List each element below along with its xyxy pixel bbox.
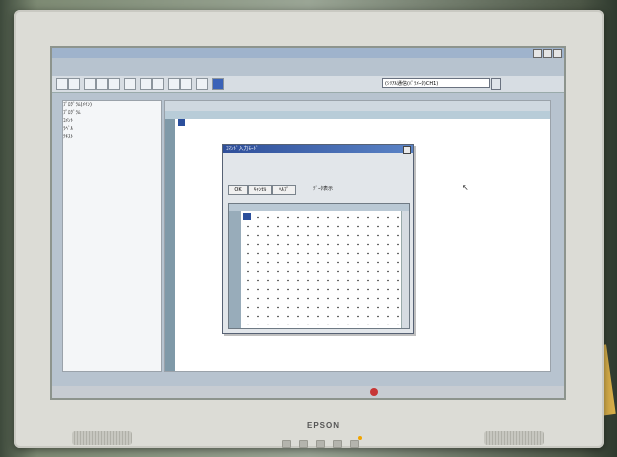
row-number-column	[165, 119, 175, 371]
monitor-button[interactable]	[333, 440, 342, 448]
toolbar-button-active[interactable]	[212, 78, 224, 90]
toolbar-button[interactable]	[196, 78, 208, 90]
close-icon[interactable]	[403, 146, 411, 154]
status-bar	[52, 386, 564, 398]
brand-logo: EPSON	[307, 421, 341, 430]
tree-item[interactable]: ｺﾒﾝﾄ	[63, 117, 161, 125]
mouse-cursor-icon: ↖	[462, 183, 469, 192]
chevron-down-icon[interactable]	[491, 78, 501, 90]
window-controls	[533, 49, 562, 58]
toolbar-button[interactable]	[84, 78, 96, 90]
left-speaker-grille	[72, 431, 132, 445]
help-button[interactable]: ﾍﾙﾌﾟ	[272, 185, 296, 195]
monitor-screen: (ｼﾘｱﾙ通信(ﾊﾟﾗﾒｰﾀ)CH1) ﾌﾟﾛｸﾞﾗﾑ(ﾒｲﾝ) ﾌﾟﾛｸﾞﾗﾑ…	[50, 46, 566, 400]
tree-item[interactable]: ﾃｷｽﾄ	[63, 133, 161, 141]
vertical-scrollbar[interactable]	[401, 211, 409, 328]
toolbar-button[interactable]	[68, 78, 80, 90]
tree-item[interactable]: ﾗﾍﾞﾙ	[63, 125, 161, 133]
main-toolbar: (ｼﾘｱﾙ通信(ﾊﾟﾗﾒｰﾀ)CH1)	[52, 76, 564, 93]
tree-item[interactable]: ﾌﾟﾛｸﾞﾗﾑ	[63, 109, 161, 117]
toolbar-button[interactable]	[180, 78, 192, 90]
toolbar-button[interactable]	[152, 78, 164, 90]
selected-cell[interactable]	[178, 119, 185, 126]
matrix-row-numbers	[229, 211, 241, 328]
grid-toolbar	[165, 101, 550, 111]
toolbar-button[interactable]	[96, 78, 108, 90]
status-indicator-icon	[370, 388, 378, 396]
matrix-header	[229, 204, 409, 211]
matrix-selected-cell[interactable]	[243, 213, 251, 220]
app-titlebar	[52, 48, 564, 58]
toolbar-button[interactable]	[124, 78, 136, 90]
toolbar-button[interactable]	[108, 78, 120, 90]
data-matrix	[228, 203, 410, 329]
ok-button[interactable]: OK	[228, 185, 248, 195]
monitor-buttons	[282, 440, 359, 448]
cancel-button[interactable]: ｷｬﾝｾﾙ	[248, 185, 272, 195]
command-input-dialog: ｺﾏﾝﾄﾞ入力ﾓｰﾄﾞ OK ｷｬﾝｾﾙ ﾍﾙﾌﾟ ﾃﾞｰﾀ表示	[222, 144, 414, 334]
monitor-button[interactable]	[350, 440, 359, 448]
monitor-button[interactable]	[282, 440, 291, 448]
tree-item[interactable]: ﾌﾟﾛｸﾞﾗﾑ(ﾒｲﾝ)	[63, 101, 161, 109]
matrix-cells	[243, 213, 401, 325]
grid-header	[165, 111, 550, 119]
toolbar-button[interactable]	[168, 78, 180, 90]
data-display-checkbox[interactable]: ﾃﾞｰﾀ表示	[313, 185, 333, 192]
maximize-icon[interactable]	[543, 49, 552, 58]
project-tree: ﾌﾟﾛｸﾞﾗﾑ(ﾒｲﾝ) ﾌﾟﾛｸﾞﾗﾑ ｺﾒﾝﾄ ﾗﾍﾞﾙ ﾃｷｽﾄ	[62, 100, 162, 372]
channel-select[interactable]: (ｼﾘｱﾙ通信(ﾊﾟﾗﾒｰﾀ)CH1)	[382, 78, 490, 88]
toolbar-button[interactable]	[140, 78, 152, 90]
right-speaker-grille	[484, 431, 544, 445]
minimize-icon[interactable]	[533, 49, 542, 58]
monitor-button[interactable]	[316, 440, 325, 448]
toolbar-button[interactable]	[56, 78, 68, 90]
close-icon[interactable]	[553, 49, 562, 58]
dialog-title: ｺﾏﾝﾄﾞ入力ﾓｰﾄﾞ	[223, 145, 413, 153]
monitor-button[interactable]	[299, 440, 308, 448]
